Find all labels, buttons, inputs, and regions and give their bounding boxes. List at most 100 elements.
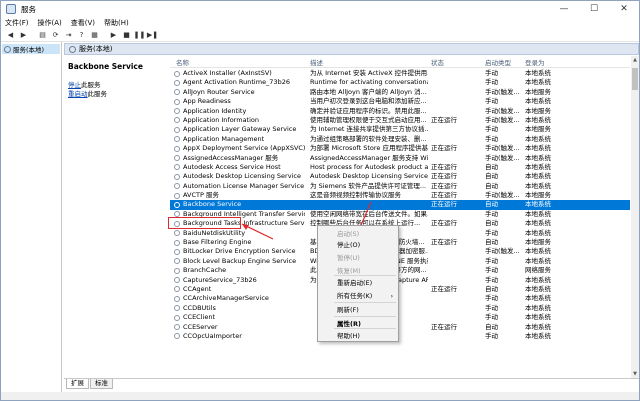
service-status: 正在运行 <box>431 191 457 200</box>
service-row[interactable]: Application Layer Gateway Service 为 Inter… <box>170 125 630 134</box>
gear-icon <box>174 183 180 190</box>
service-row[interactable]: Backbone Service 正在运行 自动 本地系统 <box>170 200 630 210</box>
service-row[interactable]: App Readiness 当用户初次登录到这台电脑和添加新应... 手动 本地系统 <box>170 97 630 106</box>
menu-view[interactable]: 查看(V) <box>71 18 95 28</box>
resume-icon[interactable]: ▶❚ <box>147 30 158 41</box>
play-icon[interactable]: ▶ <box>108 30 119 41</box>
column-status[interactable]: 状态 <box>431 57 444 67</box>
scroll-down-icon[interactable]: ▼ <box>631 370 639 378</box>
pause-icon[interactable]: ❚❚ <box>134 30 146 41</box>
service-name: Agent Activation Runtime_73b26 <box>183 78 290 87</box>
service-row[interactable]: Application Management 为通过组策略部署的软件处理安装、删.… <box>170 135 630 144</box>
properties-icon[interactable]: ▦ <box>89 30 100 41</box>
context-menu-refresh[interactable]: 刷新(F) <box>319 305 397 316</box>
service-row[interactable]: CaptureService_73b26为调用 Windows.Graphics… <box>170 276 630 285</box>
export-icon[interactable]: ⇥ <box>63 30 74 41</box>
service-row[interactable]: ActiveX Installer (AxInstSV) 为从 Internet … <box>170 69 630 78</box>
stop-service-link[interactable]: 停止 <box>68 81 81 89</box>
service-startup-type: 手动(触发... <box>485 87 520 96</box>
menu-file[interactable]: 文件(F) <box>5 18 29 28</box>
service-description: AssignedAccessManager 服务支持 Win... <box>310 153 428 162</box>
selected-service-title: Backbone Service <box>68 62 143 71</box>
service-row[interactable]: BaiduNetdiskUtility 手动 本地系统 <box>170 229 630 238</box>
service-name: CCDBUtils <box>183 303 216 312</box>
context-menu-separator <box>334 302 396 303</box>
service-logon-as: 本地服务 <box>525 125 551 134</box>
gear-icon <box>174 201 180 208</box>
service-row[interactable]: Agent Activation Runtime_73b26 Runtime fo… <box>170 78 630 87</box>
stop-icon[interactable]: ■ <box>121 30 132 41</box>
service-name: Backbone Service <box>183 200 242 209</box>
service-row[interactable]: CCDBUtils 手动 本地系统 <box>170 304 630 313</box>
back-icon[interactable]: ◀ <box>5 30 16 41</box>
column-logon-as[interactable]: 登录为 <box>525 57 545 67</box>
service-description: Runtime for activating conversational ..… <box>310 78 428 87</box>
service-row[interactable]: Block Level Backup Engine ServiceWindows… <box>170 257 630 266</box>
gear-icon <box>174 173 180 180</box>
forward-icon[interactable]: ▶ <box>18 30 29 41</box>
service-row[interactable]: Base Filtering Engine基本筛选引擎(BFE)是一种管理防火墙… <box>170 238 630 247</box>
menu-bar: 文件(F) 操作(A) 查看(V) 帮助(H) <box>1 17 639 29</box>
tab-extended[interactable]: 扩展 <box>66 379 89 389</box>
service-logon-as: 本地系统 <box>525 97 551 106</box>
restart-link-suffix: 此服务 <box>87 89 108 98</box>
minimize-button[interactable]: — <box>549 1 579 17</box>
context-menu-separator <box>334 328 396 329</box>
console-icon[interactable]: ▤ <box>37 30 48 41</box>
help-icon[interactable]: ? <box>76 30 87 41</box>
service-row[interactable]: Automation License Manager Service 为 Siem… <box>170 182 630 191</box>
maximize-button[interactable]: ☐ <box>579 1 609 17</box>
service-row[interactable]: CCAgent 正在运行 自动 本地系统 <box>170 285 630 294</box>
column-startup-type[interactable]: 启动类型 <box>485 57 511 67</box>
service-name: App Readiness <box>183 97 231 106</box>
service-row[interactable]: CCEClient 手动 本地系统 <box>170 313 630 322</box>
context-menu-help[interactable]: 帮助(H) <box>319 331 397 342</box>
service-status: 正在运行 <box>431 115 457 124</box>
service-startup-type: 手动(触发... <box>485 115 520 124</box>
chevron-right-icon: › <box>390 293 393 300</box>
service-row[interactable]: AllJoyn Router Service 路由本地 AllJoyn 客户端的 … <box>170 88 630 97</box>
service-name: Application Information <box>183 115 260 124</box>
service-logon-as: 本地系统 <box>525 153 551 162</box>
service-row[interactable]: AVCTP 服务 这是音频视频控制传输协议服务 正在运行 手动(触发... 本地服务 <box>170 191 630 200</box>
gear-icon <box>174 239 180 246</box>
service-row[interactable]: CCOpcUaImporter 手动 本地系统 <box>170 332 630 341</box>
service-row[interactable]: Autodesk Access Service Host Host process… <box>170 163 630 172</box>
service-row[interactable]: Application Identity 确定并验证应用程序的标识。禁用此服...… <box>170 107 630 116</box>
column-name[interactable]: 名称 <box>176 57 189 67</box>
service-name: AVCTP 服务 <box>183 191 219 200</box>
scroll-thumb[interactable] <box>632 68 638 90</box>
menu-action[interactable]: 操作(A) <box>38 18 62 28</box>
menu-help[interactable]: 帮助(H) <box>104 18 129 28</box>
service-row[interactable]: CCArchiveManagerService 手动 本地系统 <box>170 294 630 303</box>
context-menu-label: 恢复(M) <box>337 267 361 275</box>
service-startup-type: 自动 <box>485 238 498 247</box>
service-row[interactable]: AppX Deployment Service (AppXSVC) 为部署 Mic… <box>170 144 630 153</box>
tree-item-local-services[interactable]: 服务(本地) <box>2 44 60 54</box>
context-menu-all-tasks[interactable]: 所有任务(K) › <box>319 291 397 302</box>
status-bar <box>1 392 639 400</box>
restart-service-link[interactable]: 重启动 <box>68 90 88 98</box>
service-row[interactable]: Application Information 使用辅助管理权限便于交互式启动应用… <box>170 116 630 125</box>
service-row[interactable]: AssignedAccessManager 服务 AssignedAccessMa… <box>170 154 630 163</box>
context-menu-restart[interactable]: 重新启动(E) <box>319 278 397 289</box>
refresh-icon[interactable]: ⟳ <box>50 30 61 41</box>
service-row[interactable]: BranchCache此服务缓存来自本地子网上对等方的网...手动网络服务 <box>170 266 630 275</box>
context-menu-stop[interactable]: 停止(O) <box>319 240 397 251</box>
service-row[interactable]: CCEServer 正在运行 自动 本地系统 <box>170 323 630 332</box>
gear-icon <box>174 258 180 265</box>
tab-standard[interactable]: 标准 <box>90 379 113 389</box>
scroll-up-icon[interactable]: ▲ <box>631 56 639 64</box>
vertical-scrollbar[interactable]: ▲ ▼ <box>631 56 639 378</box>
service-row[interactable]: Autodesk Desktop Licensing Service Autode… <box>170 172 630 181</box>
window-title: 服务 <box>21 4 36 14</box>
service-name: CCAgent <box>183 284 212 293</box>
service-row[interactable]: BitLocker Drive Encryption ServiceBDESVC… <box>170 247 630 256</box>
service-startup-type: 手动 <box>485 69 498 77</box>
close-button[interactable]: ✕ <box>609 1 639 17</box>
column-description[interactable]: 描述 <box>310 57 323 67</box>
main-header: 服务(本地) <box>64 43 639 55</box>
service-logon-as: 本地系统 <box>525 200 551 209</box>
gear-icon <box>174 277 180 284</box>
service-name: AllJoyn Router Service <box>183 87 255 96</box>
